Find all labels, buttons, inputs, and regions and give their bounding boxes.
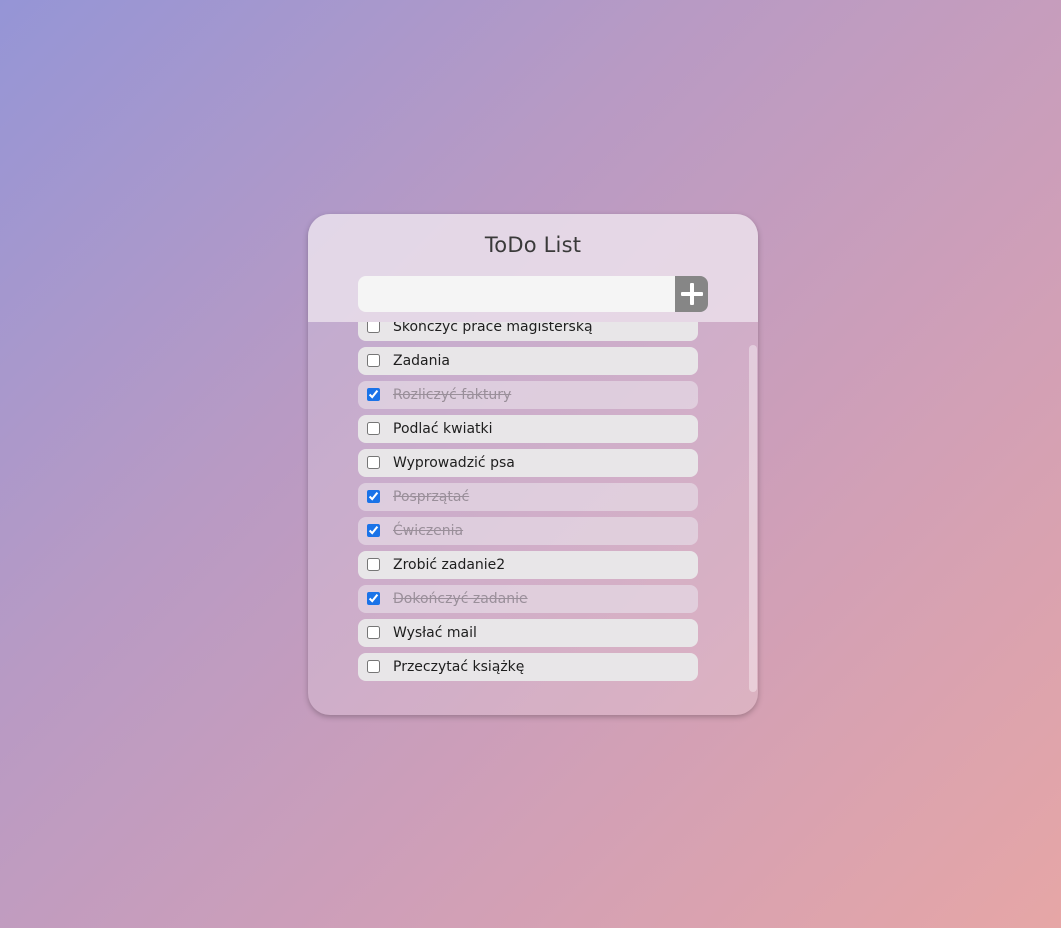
- task-label: Rozliczyć faktury: [393, 387, 512, 403]
- task-checkbox[interactable]: [367, 660, 380, 673]
- task-label: Zadania: [393, 353, 450, 369]
- add-task-button[interactable]: [675, 276, 708, 312]
- task-label: Posprzątać: [393, 489, 470, 505]
- task-checkbox[interactable]: [367, 322, 380, 333]
- todo-card: ToDo List Skończyć prace magisterską Zada…: [308, 214, 758, 715]
- task-label: Wysłać mail: [393, 625, 477, 641]
- task-item: Ćwiczenia: [358, 517, 698, 545]
- task-checkbox[interactable]: [367, 490, 380, 503]
- new-task-row: [358, 276, 708, 312]
- task-item: Wyprowadzić psa: [358, 449, 698, 477]
- task-item: Przeczytać książkę: [358, 653, 698, 681]
- task-item: Rozliczyć faktury: [358, 381, 698, 409]
- task-list-scrollbar[interactable]: [749, 345, 757, 692]
- task-checkbox[interactable]: [367, 626, 380, 639]
- app-title: ToDo List: [484, 233, 582, 257]
- task-list-viewport[interactable]: Skończyć prace magisterską Zadania Rozlicz…: [308, 322, 758, 715]
- task-checkbox[interactable]: [367, 456, 380, 469]
- task-list: Skończyć prace magisterską Zadania Rozlicz…: [358, 322, 698, 687]
- task-checkbox[interactable]: [367, 524, 380, 537]
- task-label: Podlać kwiatki: [393, 421, 493, 437]
- task-checkbox[interactable]: [367, 388, 380, 401]
- task-item: Dokończyć zadanie: [358, 585, 698, 613]
- task-label: Dokończyć zadanie: [393, 591, 528, 607]
- task-item: Zadania: [358, 347, 698, 375]
- card-header: ToDo List: [308, 214, 758, 322]
- task-item: Posprzątać: [358, 483, 698, 511]
- task-label: Wyprowadzić psa: [393, 455, 515, 471]
- task-checkbox[interactable]: [367, 422, 380, 435]
- task-label: Ćwiczenia: [393, 523, 464, 539]
- task-label: Przeczytać książkę: [393, 659, 525, 675]
- task-item: Skończyć prace magisterską: [358, 322, 698, 341]
- task-item: Podlać kwiatki: [358, 415, 698, 443]
- task-checkbox[interactable]: [367, 354, 380, 367]
- task-label: Skończyć prace magisterską: [393, 322, 593, 335]
- task-checkbox[interactable]: [367, 592, 380, 605]
- task-item: Wysłać mail: [358, 619, 698, 647]
- task-item: Zrobić zadanie2: [358, 551, 698, 579]
- task-label: Zrobić zadanie2: [393, 557, 506, 573]
- task-checkbox[interactable]: [367, 558, 380, 571]
- new-task-input[interactable]: [358, 276, 676, 312]
